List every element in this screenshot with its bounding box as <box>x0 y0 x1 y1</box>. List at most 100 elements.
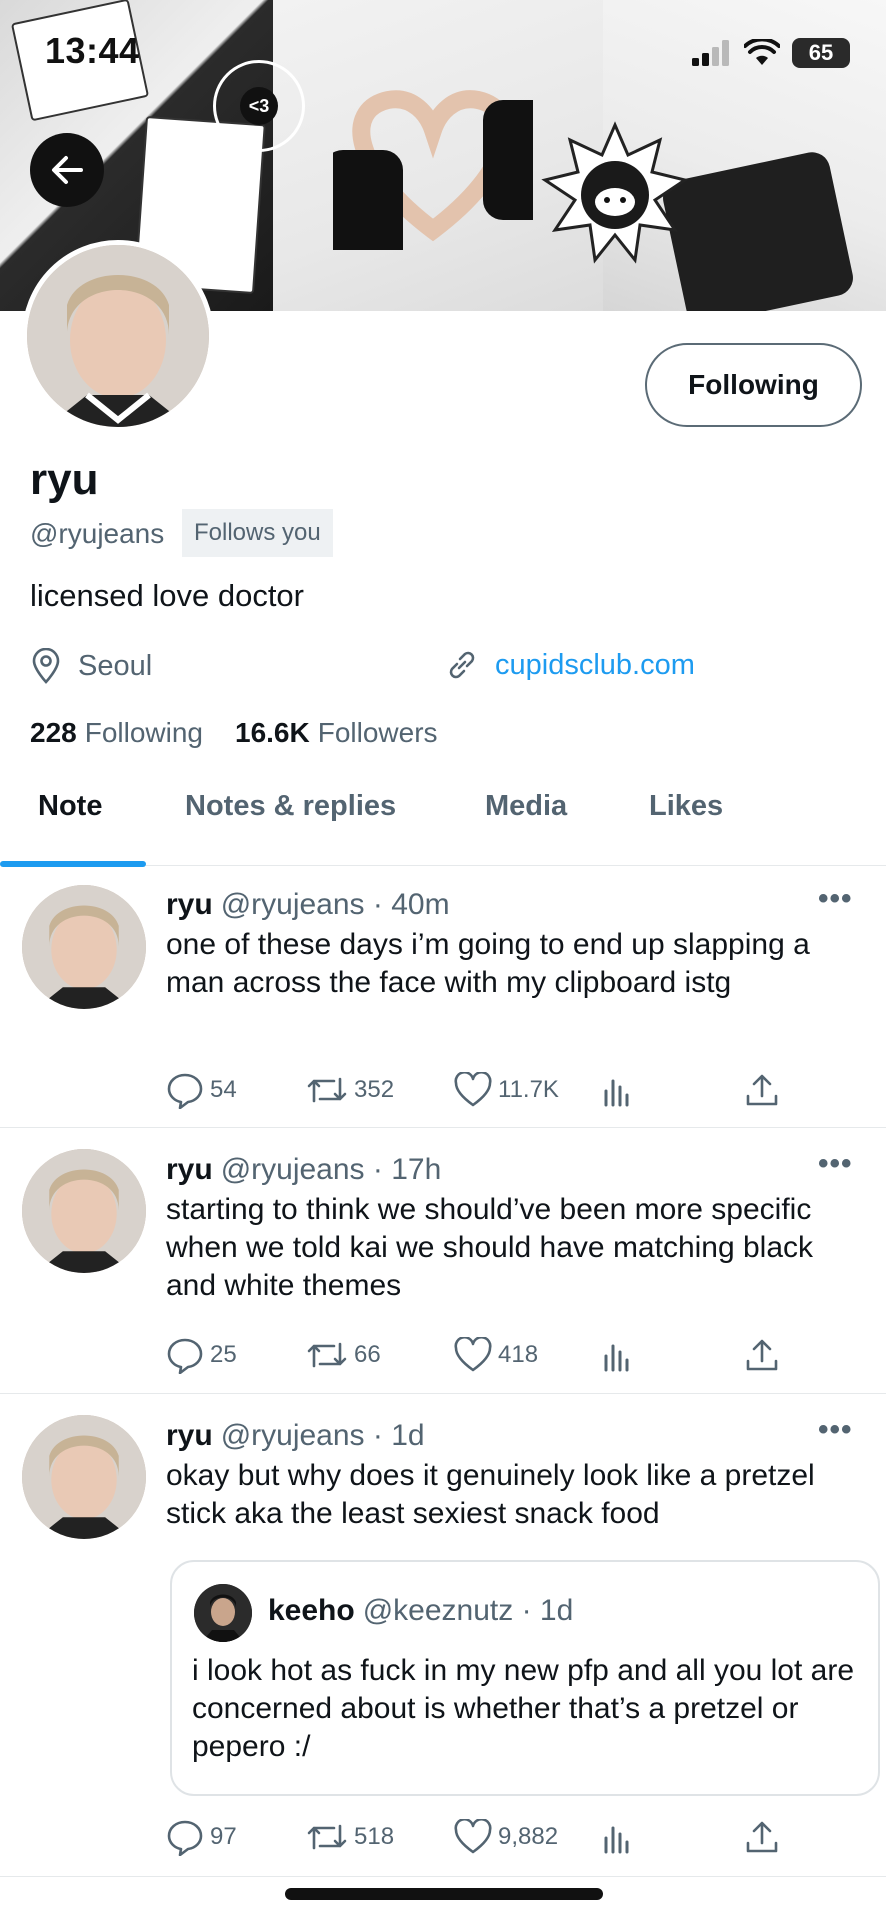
like-button[interactable]: 418 <box>454 1333 538 1377</box>
tweet-text: starting to think we should’ve been more… <box>166 1193 814 1302</box>
tweet-author-handle: @ryujeans <box>220 1419 365 1452</box>
renote-icon <box>307 1824 347 1850</box>
reply-button[interactable]: 54 <box>166 1068 237 1112</box>
active-tab-indicator <box>0 861 146 867</box>
tweet[interactable]: ryu @ryujeans · 17h ••• starting to think… <box>0 1129 886 1394</box>
like-count: 418 <box>498 1341 539 1368</box>
reply-count: 25 <box>210 1341 237 1368</box>
home-indicator[interactable] <box>285 1888 603 1900</box>
tweet-author-name: ryu <box>166 1153 213 1186</box>
quoted-author-name: keeho <box>268 1594 355 1627</box>
reply-count: 97 <box>210 1823 237 1850</box>
avatar-portrait-icon <box>22 1415 146 1539</box>
tab-note[interactable]: Note <box>38 772 102 823</box>
quoted-author-handle: @keeznutz <box>362 1594 514 1627</box>
reply-button[interactable]: 25 <box>166 1333 237 1377</box>
location-pin-icon <box>32 648 60 684</box>
tweet-text: okay but why does it genuinely look like… <box>166 1459 815 1530</box>
renote-button[interactable]: 518 <box>306 1815 394 1859</box>
more-options-icon[interactable]: ••• <box>818 1147 853 1181</box>
share-icon <box>746 1821 778 1853</box>
views-chart-icon <box>604 1344 629 1372</box>
link-icon <box>449 651 475 679</box>
tweet-timestamp: · 1d <box>372 1419 425 1452</box>
following-stat[interactable]: 228 Following <box>30 717 203 749</box>
following-button[interactable]: Following <box>645 343 862 427</box>
tab-media[interactable]: Media <box>485 772 567 823</box>
tab-likes[interactable]: Likes <box>649 772 723 823</box>
more-options-icon[interactable]: ••• <box>818 1413 853 1447</box>
renote-count: 352 <box>354 1076 395 1103</box>
quoted-note-avatar[interactable] <box>194 1584 252 1642</box>
tweet-header: ryu @ryujeans · 1d <box>166 1419 425 1453</box>
renote-icon <box>307 1342 347 1368</box>
following-label: Following <box>84 717 203 748</box>
heart-icon <box>454 1072 492 1107</box>
cellular-signal-icon <box>692 40 729 66</box>
followers-label: Followers <box>317 717 438 748</box>
following-count: 228 <box>30 717 77 748</box>
tweet-author-handle: @ryujeans <box>220 888 365 921</box>
quoted-note-header: keeho @keeznutz · 1d <box>268 1594 573 1628</box>
renote-count: 66 <box>354 1341 381 1368</box>
reply-button[interactable]: 97 <box>166 1815 237 1859</box>
share-button[interactable] <box>744 1333 780 1377</box>
follows-you-badge: Follows you <box>182 509 333 557</box>
renote-icon <box>307 1077 347 1103</box>
heart-sticker-badge: <3 <box>213 60 305 152</box>
profile-handle: @ryujeans <box>30 518 165 549</box>
wifi-icon <box>744 39 780 65</box>
plush-sticker-icon <box>541 121 689 264</box>
tweet-avatar[interactable] <box>22 885 146 1009</box>
tweet-avatar[interactable] <box>22 1149 146 1273</box>
profile-location: Seoul <box>30 648 152 684</box>
profile-avatar[interactable] <box>22 240 214 432</box>
tab-notes-and-replies[interactable]: Notes & replies <box>185 772 396 823</box>
heart-sticker-text: <3 <box>240 87 278 125</box>
tweet-header: ryu @ryujeans · 17h <box>166 1153 441 1187</box>
followers-count: 16.6K <box>235 717 310 748</box>
like-count: 9,882 <box>498 1823 559 1850</box>
avatar-portrait-icon <box>194 1584 252 1642</box>
tweet-actions: 97 518 9,882 <box>166 1815 786 1859</box>
quoted-note[interactable]: keeho @keeznutz · 1d i look hot as fuck i… <box>170 1560 880 1796</box>
tweet-author-name: ryu <box>166 1419 213 1452</box>
views-button[interactable] <box>601 1068 635 1112</box>
avatar-portrait-icon <box>27 245 209 427</box>
reply-count: 54 <box>210 1076 237 1103</box>
reply-icon <box>167 1820 203 1856</box>
tweet-author-name: ryu <box>166 888 213 921</box>
share-icon <box>746 1074 778 1106</box>
views-button[interactable] <box>601 1333 635 1377</box>
share-button[interactable] <box>744 1068 780 1112</box>
share-button[interactable] <box>744 1815 780 1859</box>
back-button[interactable] <box>30 133 104 207</box>
followers-stat[interactable]: 16.6K Followers <box>235 717 438 749</box>
tweet-author-handle: @ryujeans <box>220 1153 365 1186</box>
share-icon <box>746 1339 778 1371</box>
arrow-left-icon <box>52 156 83 184</box>
heart-icon <box>454 1819 492 1854</box>
tweet-actions: 54 352 11.7K <box>166 1068 786 1112</box>
renote-button[interactable]: 66 <box>306 1333 381 1377</box>
views-button[interactable] <box>601 1815 635 1859</box>
tweet-avatar[interactable] <box>22 1415 146 1539</box>
like-count: 11.7K <box>498 1076 559 1103</box>
like-button[interactable]: 11.7K <box>454 1068 559 1112</box>
more-options-icon[interactable]: ••• <box>818 882 853 916</box>
profile-link[interactable]: cupidsclub.com <box>445 648 695 682</box>
quoted-note-text: i look hot as fuck in my new pfp and all… <box>192 1654 855 1763</box>
reply-icon <box>167 1338 203 1374</box>
renote-button[interactable]: 352 <box>306 1068 394 1112</box>
tweet-header: ryu @ryujeans · 40m <box>166 888 450 922</box>
profile-stats: 228 Following 16.6K Followers <box>30 717 438 749</box>
renote-count: 518 <box>354 1823 395 1850</box>
tweet[interactable]: ryu @ryujeans · 40m ••• one of these days… <box>0 868 886 1128</box>
profile-link-text[interactable]: cupidsclub.com <box>495 649 695 682</box>
quoted-timestamp: · 1d <box>521 1594 574 1627</box>
profile-display-name: ryu <box>30 455 99 504</box>
avatar-portrait-icon <box>22 1149 146 1273</box>
status-time: 13:44 <box>45 30 140 71</box>
like-button[interactable]: 9,882 <box>454 1815 558 1859</box>
views-chart-icon <box>604 1826 629 1854</box>
